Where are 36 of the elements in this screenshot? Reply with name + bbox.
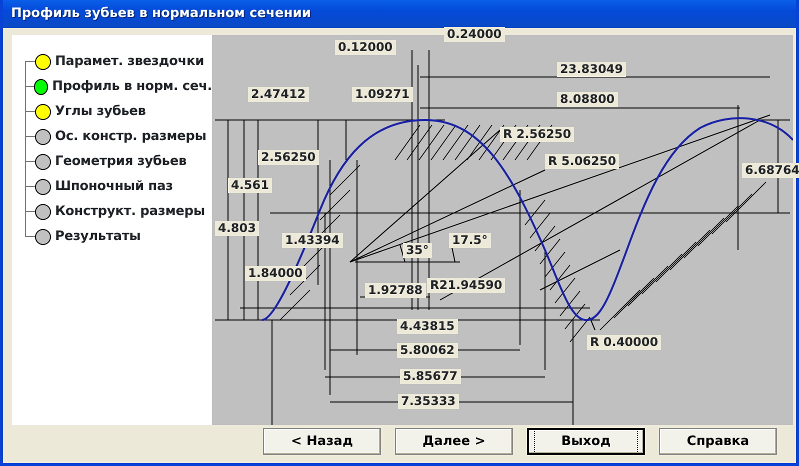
dimension-label: 5.80062 [397,343,458,358]
dimension-label: R 5.06250 [545,154,620,169]
step-label[interactable]: Шпоночный паз [55,176,173,196]
dimension-label: 17.5° [449,233,491,248]
dimension-label: 2.47412 [248,87,309,102]
dimension-label: 4.561 [228,178,272,193]
dimension-label: R 2.56250 [500,127,574,142]
dimension-label: 4.43815 [397,319,458,334]
dimension-label: 1.84000 [245,266,306,281]
step-label[interactable]: Геометрия зубьев [55,152,186,172]
dimension-label: 5.85677 [400,369,461,384]
step-label[interactable]: Профиль в норм. сеч. [52,76,212,96]
dimension-label: 7.35333 [398,394,459,409]
dialog-button[interactable]: Далее > [395,428,513,455]
dimension-label: R 0.40000 [587,335,662,350]
step-label[interactable]: Парамет. звездочки [55,52,204,72]
dimension-label: 6.68764 [742,163,799,178]
step-label[interactable]: Результаты [55,226,141,246]
step-label[interactable]: Конструкт. размеры [55,202,205,222]
dimension-label: 0.24000 [444,27,505,42]
dimension-label: 0.12000 [335,40,396,55]
dimension-label: 8.08800 [557,92,618,107]
dimension-label: 1.43394 [282,233,343,248]
dialog-button[interactable]: < Назад [263,428,381,455]
dimension-label: 35° [403,243,432,258]
step-label[interactable]: Ос. констр. размеры [55,126,206,146]
dimension-label: 1.92788 [365,283,426,298]
dimension-label: 4.803 [215,221,259,236]
step-label[interactable]: Углы зубьев [55,102,146,122]
window-title: Профиль зубьев в нормальном сечении [11,5,311,24]
dimension-label: 23.83049 [557,62,626,77]
dimension-label: 1.09271 [352,87,413,102]
dialog-button[interactable]: Выход [527,428,645,455]
dimension-label: 2.56250 [258,150,319,165]
dimension-label: R21.94590 [427,278,506,293]
dialog-button[interactable]: Справка [659,428,777,455]
